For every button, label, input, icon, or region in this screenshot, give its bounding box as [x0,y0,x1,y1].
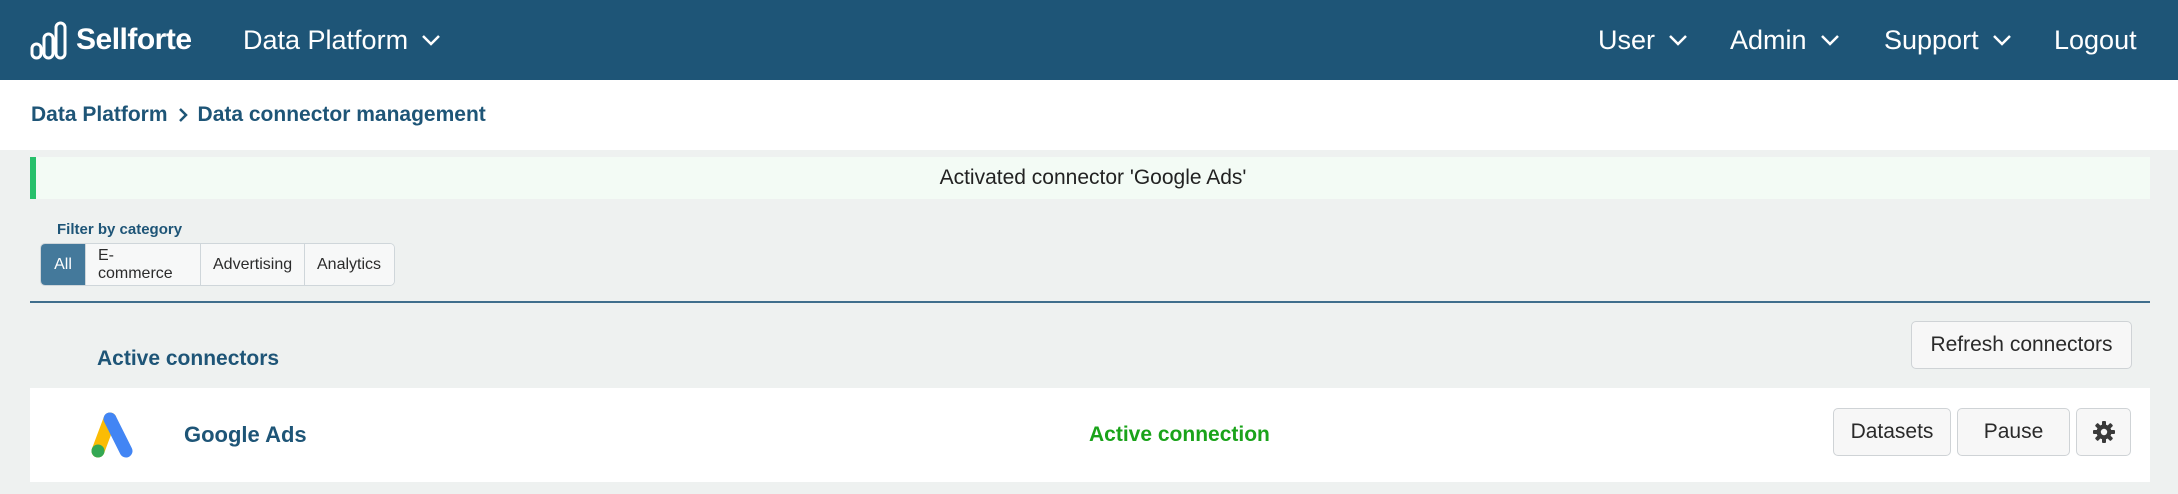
brand-logo[interactable]: Sellforte [30,20,192,60]
connector-row: Google Ads Active connection Datasets Pa… [30,388,2150,482]
section-title: Active connectors [97,347,280,370]
nav-data-platform-menu[interactable]: Data Platform [243,0,442,80]
breadcrumb: Data Platform Data connector management [31,80,486,150]
nav-admin-label: Admin [1730,24,1807,55]
filter-advertising-button[interactable]: Advertising [200,244,304,285]
success-alert: Activated connector 'Google Ads' [30,157,2150,199]
datasets-button[interactable]: Datasets [1833,408,1951,456]
nav-logout-link[interactable]: Logout [2054,0,2137,80]
connector-name: Google Ads [184,422,307,447]
refresh-connectors-button[interactable]: Refresh connectors [1911,321,2132,369]
breadcrumb-bar: Data Platform Data connector management [0,80,2178,150]
chevron-down-icon [1992,35,2011,46]
pause-button[interactable]: Pause [1957,408,2070,456]
chevron-down-icon [1820,35,1839,46]
sellforte-logo-icon [30,21,67,60]
google-ads-logo-icon [91,412,133,458]
filter-analytics-button[interactable]: Analytics [304,244,394,285]
gear-icon [2092,421,2115,443]
alert-message: Activated connector 'Google Ads' [939,166,1247,189]
filter-ecommerce-button[interactable]: E-commerce [85,244,200,285]
brand-name: Sellforte [76,23,192,56]
filter-label: Filter by category [57,221,183,238]
category-filter-group: All E-commerce Advertising Analytics [40,243,395,286]
nav-data-platform-label: Data Platform [243,24,409,55]
breadcrumb-root-link[interactable]: Data Platform [31,103,168,127]
nav-user-menu[interactable]: User [1598,0,1689,80]
top-navigation: Sellforte Data Platform User Admin Suppo… [0,0,2178,80]
breadcrumb-current: Data connector management [197,103,486,126]
chevron-right-icon [178,108,188,122]
chevron-down-icon [422,35,440,46]
nav-support-menu[interactable]: Support [1884,0,2013,80]
nav-support-label: Support [1884,24,1979,55]
section-divider [30,301,2150,303]
connector-status: Active connection [1089,423,1270,446]
nav-admin-menu[interactable]: Admin [1730,0,1841,80]
nav-logout-label: Logout [2054,24,2137,55]
chevron-down-icon [1669,35,1687,46]
nav-user-label: User [1598,24,1656,55]
connector-settings-button[interactable] [2076,408,2131,456]
filter-all-button[interactable]: All [41,244,85,285]
